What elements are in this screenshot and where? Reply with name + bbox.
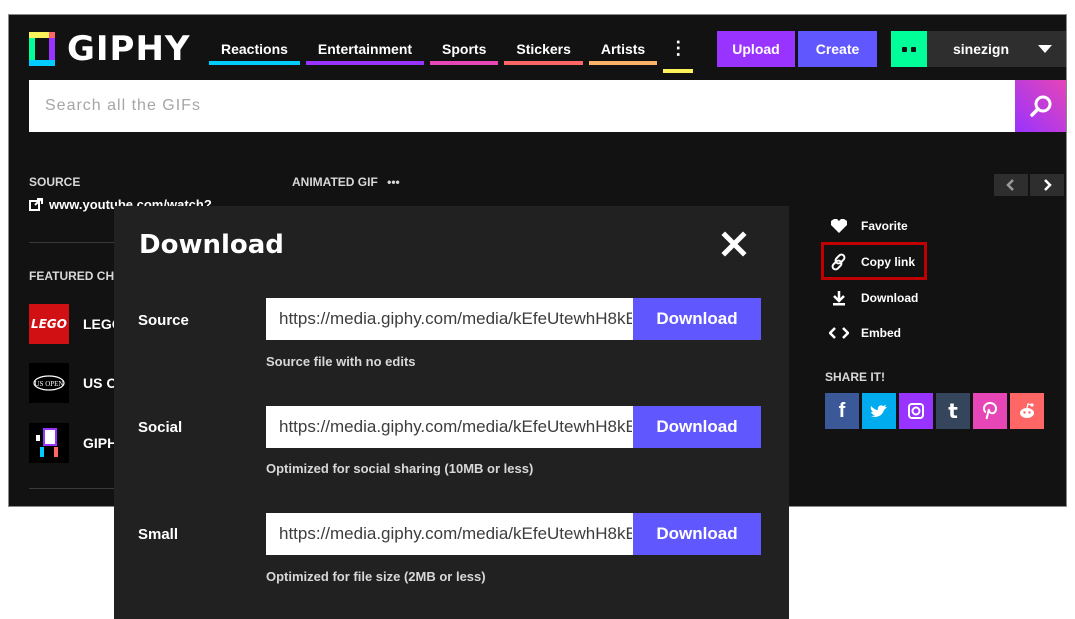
pinterest-icon xyxy=(983,402,997,420)
nav-sports[interactable]: Sports xyxy=(430,37,499,65)
usopen-logo-icon: US OPEN xyxy=(29,363,69,403)
next-button[interactable] xyxy=(1030,174,1064,196)
instagram-share-button[interactable] xyxy=(899,393,933,429)
user-menu[interactable]: sinezign xyxy=(891,31,1066,67)
heart-icon xyxy=(831,219,847,233)
nav-reactions[interactable]: Reactions xyxy=(209,37,300,65)
nav-underline xyxy=(588,61,658,65)
lego-logo-icon: LEGO xyxy=(29,304,69,344)
favorite-button[interactable]: Favorite xyxy=(829,218,908,234)
nav-underline xyxy=(209,61,300,65)
close-button[interactable] xyxy=(720,230,748,258)
reddit-icon xyxy=(1020,403,1034,418)
search-icon xyxy=(1030,95,1052,117)
code-icon xyxy=(829,327,849,339)
nav-underline xyxy=(504,61,583,65)
channel-name: GIPH xyxy=(83,435,118,451)
more-vertical-icon: ⋮ xyxy=(669,38,688,58)
giphy-studios-icon xyxy=(29,423,69,463)
chevron-right-icon xyxy=(1044,179,1052,191)
modal-title: Download xyxy=(139,230,284,260)
create-button[interactable]: Create xyxy=(798,31,877,67)
divider xyxy=(29,488,119,489)
small-download-button[interactable]: Download xyxy=(633,513,761,555)
source-download-button[interactable]: Download xyxy=(633,298,761,340)
copy-link-label: Copy link xyxy=(861,255,916,269)
previous-button[interactable] xyxy=(994,174,1028,196)
search-input[interactable]: Search all the GIFs xyxy=(29,80,1015,132)
more-horizontal-icon[interactable]: ••• xyxy=(387,175,400,189)
main-nav: Reactions Entertainment Sports Stickers … xyxy=(209,37,694,73)
download-button[interactable]: Download xyxy=(829,290,918,306)
source-url-field[interactable] xyxy=(266,298,634,340)
reddit-share-button[interactable] xyxy=(1010,393,1044,429)
facebook-share-button[interactable]: f xyxy=(825,393,859,429)
pinterest-share-button[interactable] xyxy=(973,393,1007,429)
nav-stickers[interactable]: Stickers xyxy=(504,37,583,65)
tumblr-share-button[interactable]: t xyxy=(936,393,970,429)
download-modal: Download Source Download Source file wit… xyxy=(114,206,789,619)
instagram-icon xyxy=(908,403,924,419)
link-icon xyxy=(831,253,846,271)
avatar xyxy=(891,31,927,67)
copy-link-button[interactable]: Copy link xyxy=(829,253,915,271)
featured-channels-label: FEATURED CH xyxy=(29,269,115,283)
animated-gif-label: ANIMATED GIF ••• xyxy=(292,175,400,189)
twitter-icon xyxy=(870,404,887,417)
social-url-field[interactable] xyxy=(266,406,634,448)
share-label: SHARE IT! xyxy=(825,370,885,384)
embed-label: Embed xyxy=(861,326,902,340)
nav-entertainment[interactable]: Entertainment xyxy=(305,37,425,65)
source-label: SOURCE xyxy=(29,175,81,189)
close-icon xyxy=(721,231,747,257)
channel-name: US O xyxy=(83,375,118,391)
social-description: Optimized for social sharing (10MB or le… xyxy=(266,461,534,476)
username: sinezign xyxy=(953,41,1010,57)
giphy-logo[interactable]: GIPHY xyxy=(29,31,191,67)
social-download-button[interactable]: Download xyxy=(633,406,761,448)
source-row-label: Source xyxy=(138,312,189,329)
social-row-label: Social xyxy=(138,419,183,436)
nav-artists[interactable]: Artists xyxy=(588,37,658,65)
channel-item-giphy[interactable]: GIPH xyxy=(29,423,117,463)
channel-item-lego[interactable]: LEGO LEGO xyxy=(29,304,123,344)
nav-more-button[interactable]: ⋮ xyxy=(663,37,694,73)
nav-underline xyxy=(305,61,425,65)
download-icon xyxy=(833,291,845,306)
small-description: Optimized for file size (2MB or less) xyxy=(266,569,486,584)
facebook-icon: f xyxy=(838,399,846,422)
chevron-left-icon xyxy=(1006,179,1014,191)
external-link-icon xyxy=(29,198,43,211)
download-label: Download xyxy=(861,291,919,305)
embed-button[interactable]: Embed xyxy=(829,326,901,340)
giphy-logo-icon xyxy=(29,32,57,66)
nav-underline xyxy=(430,61,499,65)
svg-text:US OPEN: US OPEN xyxy=(35,380,64,388)
tumblr-icon: t xyxy=(948,399,958,423)
divider xyxy=(29,242,119,243)
nav-underline xyxy=(663,69,694,73)
channel-item-usopen[interactable]: US OPEN US O xyxy=(29,363,117,403)
upload-button[interactable]: Upload xyxy=(717,31,795,67)
search-button[interactable] xyxy=(1015,80,1066,132)
chevron-down-icon xyxy=(1038,45,1052,53)
logo-text: GIPHY xyxy=(67,29,191,69)
twitter-share-button[interactable] xyxy=(862,393,896,429)
favorite-label: Favorite xyxy=(861,219,908,233)
small-url-field[interactable] xyxy=(266,513,634,555)
share-buttons: f t xyxy=(825,393,1047,429)
gif-navigation xyxy=(992,174,1064,196)
source-description: Source file with no edits xyxy=(266,354,416,369)
small-row-label: Small xyxy=(138,526,179,543)
